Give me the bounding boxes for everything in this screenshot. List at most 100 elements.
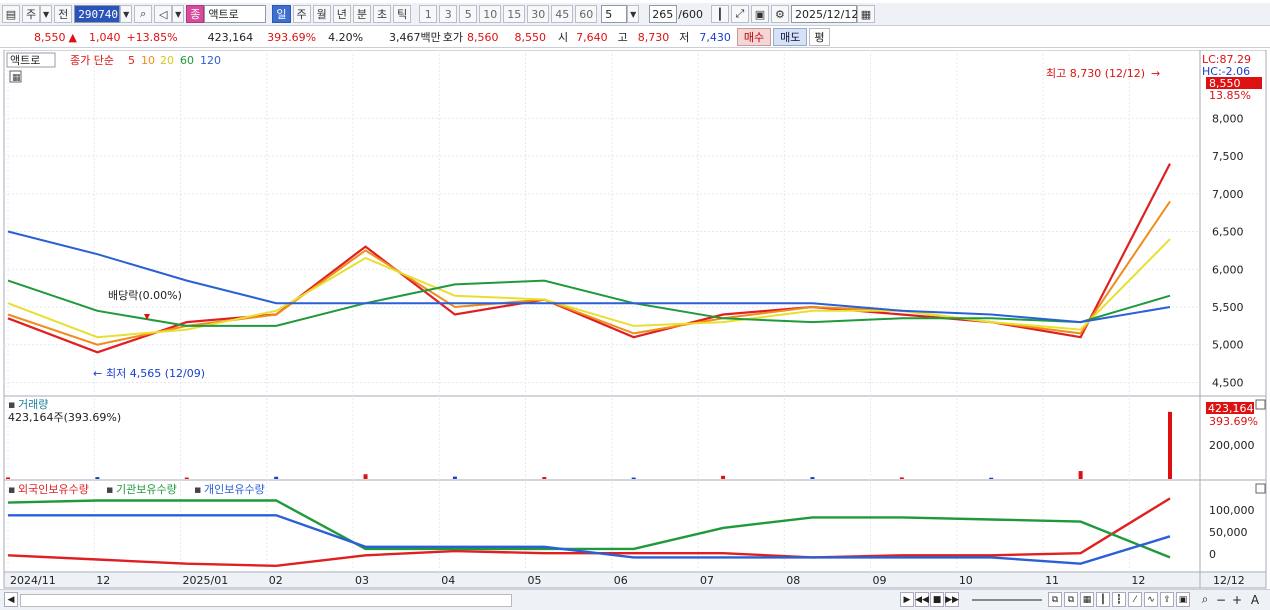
layout-icon-2[interactable]: ⧉ xyxy=(1064,592,1078,607)
minute-step-15[interactable]: 15 xyxy=(503,5,526,23)
x-tick-label: 03 xyxy=(355,574,369,587)
prev-button[interactable]: 전 xyxy=(54,5,73,23)
open-label: 시 xyxy=(558,31,569,44)
sell-button[interactable]: 매도 xyxy=(773,28,808,46)
wave-icon[interactable]: ∿ xyxy=(1144,592,1158,607)
zoom-out-icon[interactable]: − xyxy=(1214,592,1228,607)
price-y-tick: 8,000 xyxy=(1212,112,1244,125)
interval-input[interactable]: 5 xyxy=(601,5,628,23)
count-total: /600 xyxy=(678,7,703,21)
x-tick-label: 12 xyxy=(1131,574,1145,587)
arrow-right-icon: → xyxy=(1151,67,1160,80)
layout-icon[interactable]: ⧉ xyxy=(1048,592,1062,607)
volume-ratio: 393.69% xyxy=(267,30,317,44)
ask-price: 8,560 xyxy=(467,30,499,44)
period-monthly[interactable]: 월 xyxy=(312,5,331,23)
buy-button[interactable]: 매수 xyxy=(736,28,772,46)
grid-icon[interactable]: ▦ xyxy=(1080,592,1094,607)
minute-step-60[interactable]: 60 xyxy=(575,5,598,23)
candle-icon[interactable]: ┃ xyxy=(1096,592,1110,607)
speaker-icon[interactable]: ◁ xyxy=(154,5,173,23)
gear-icon[interactable]: ⚙ xyxy=(770,5,789,23)
ma-legend-120: 120 xyxy=(200,54,221,67)
stop-icon[interactable]: ■ xyxy=(930,592,944,607)
x-tick-label: 2025/01 xyxy=(183,574,229,587)
period-tick[interactable]: 틱 xyxy=(393,5,412,23)
share-icon[interactable]: ⇪ xyxy=(1160,592,1174,607)
count-input[interactable]: 265 xyxy=(649,5,678,23)
chevron-down-icon[interactable]: ▼ xyxy=(627,5,640,23)
volume-bar xyxy=(631,477,636,479)
zoom-slider[interactable] xyxy=(972,599,1042,601)
turnover-rate: 4.20% xyxy=(328,30,364,44)
ma-legend-5: 5 xyxy=(128,54,135,67)
holding-y-tick-100k: 100,000 xyxy=(1209,504,1255,517)
stock-code-input[interactable]: 290740 xyxy=(74,5,121,23)
annotation-high: 최고 8,730 (12/12) xyxy=(1046,67,1145,80)
chevron-down-icon[interactable]: ▼ xyxy=(172,5,185,23)
volume-panel[interactable] xyxy=(3,395,1201,481)
chart-area[interactable]: 8,000 7,500 7,000 6,500 6,000 5,500 5,000 4,500… xyxy=(0,50,1270,589)
quote-bar: 8,550 ▲ 1,040 +13.85% 423,164 393.69% 4.… xyxy=(0,27,1270,48)
scroll-rewind-icon[interactable]: ◀◀ xyxy=(915,592,929,607)
date-input[interactable]: 2025/12/12 xyxy=(790,5,858,23)
scroll-prev-icon[interactable]: ▶ xyxy=(900,592,914,607)
panel-minimize-icon[interactable] xyxy=(1255,399,1266,410)
bar-icon[interactable]: ┇ xyxy=(1112,592,1126,607)
search-icon[interactable]: ⌕ xyxy=(134,5,153,23)
minute-step-30[interactable]: 30 xyxy=(527,5,550,23)
minute-step-3[interactable]: 3 xyxy=(439,5,458,23)
ask-label: 호가 xyxy=(442,31,464,44)
line-icon[interactable]: ⁄ xyxy=(1128,592,1142,607)
scroll-left-icon[interactable]: ◀ xyxy=(4,592,18,607)
minute-step-5[interactable]: 5 xyxy=(459,5,478,23)
volume-y-tick: 200,000 xyxy=(1209,439,1255,452)
holding-y-tick-50k: 50,000 xyxy=(1209,526,1248,539)
minute-step-1[interactable]: 1 xyxy=(419,5,438,23)
chevron-down-icon[interactable]: ▼ xyxy=(40,5,53,23)
fast-forward-icon[interactable]: ▶▶ xyxy=(945,592,959,607)
price-y-tick: 5,500 xyxy=(1212,301,1244,314)
chevron-down-icon[interactable]: ▼ xyxy=(120,5,133,23)
arrow-left-icon: ← xyxy=(93,367,102,380)
period-minute[interactable]: 분 xyxy=(352,5,371,23)
save-icon[interactable]: ▣ xyxy=(750,5,769,23)
panel-minimize-icon[interactable] xyxy=(1255,483,1266,494)
minute-step-10[interactable]: 10 xyxy=(479,5,502,23)
volume-bar xyxy=(452,476,457,479)
high-price: 8,730 xyxy=(637,30,670,44)
chart-type-icon[interactable]: ▤ xyxy=(2,5,20,23)
toolbar: ▤ 주 ▼ 전 290740 ▼ ⌕ ◁ ▼ 종 액트로 일 주 월 년 분 초… xyxy=(0,3,1270,26)
low-label: 저 xyxy=(679,31,690,44)
image-icon[interactable]: ▣ xyxy=(1176,592,1190,607)
scrollbar-track[interactable] xyxy=(20,594,512,607)
x-tick-label: 10 xyxy=(959,574,973,587)
high-label: 고 xyxy=(617,31,628,44)
price-panel[interactable] xyxy=(3,50,1201,397)
zoom-in-icon[interactable]: + xyxy=(1230,592,1244,607)
holding-panel[interactable] xyxy=(3,479,1201,573)
annotation-low: 최저 4,565 (12/09) xyxy=(106,367,205,380)
holding-legend-square-3: ▪ xyxy=(194,483,201,496)
market-select[interactable]: 주 xyxy=(22,5,41,23)
search-icon[interactable]: ⌕ xyxy=(1198,592,1212,607)
bottom-bar: ◀ ▶ ◀◀ ■ ▶▶ ⧉ ⧉ ▦ ┃ ┇ ⁄ ∿ ⇪ ▣ ⌕ − + A xyxy=(0,589,1270,610)
avg-button[interactable]: 평 xyxy=(809,28,830,46)
period-daily[interactable]: 일 xyxy=(272,5,291,23)
minute-step-45[interactable]: 45 xyxy=(551,5,574,23)
x-tick-label: 2024/11 xyxy=(10,574,56,587)
stock-name-field[interactable]: 액트로 xyxy=(204,5,267,23)
volume-bar xyxy=(274,476,279,479)
candle-icon[interactable]: ┃ xyxy=(710,5,729,23)
calendar-icon[interactable]: ▦ xyxy=(856,5,875,23)
low-price: 7,430 xyxy=(699,30,731,44)
period-second[interactable]: 초 xyxy=(373,5,392,23)
draw-icon[interactable]: ⤢ xyxy=(730,5,749,23)
volume-bar xyxy=(899,477,904,479)
font-size-icon[interactable]: A xyxy=(1248,592,1262,607)
volume-bar xyxy=(810,477,815,479)
period-weekly[interactable]: 주 xyxy=(292,5,311,23)
period-yearly[interactable]: 년 xyxy=(332,5,351,23)
stock-label: 액트로 xyxy=(10,54,40,67)
holding-legend-individual: 개인보유수량 xyxy=(204,483,265,496)
